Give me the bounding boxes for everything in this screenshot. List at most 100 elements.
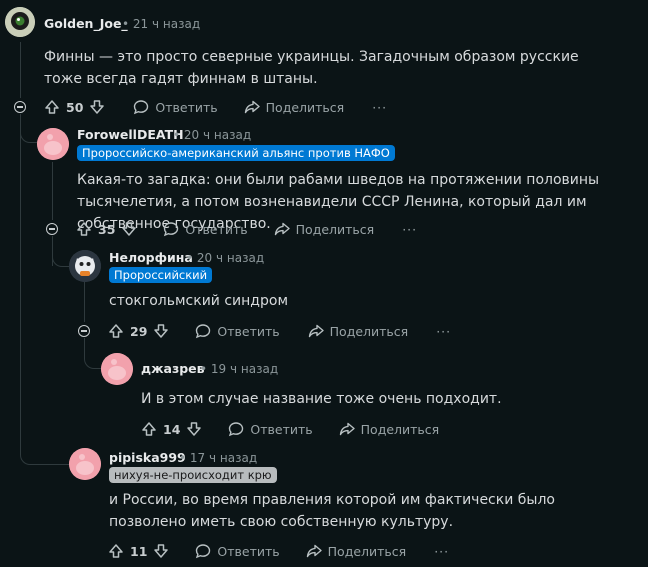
reply-label: Ответить bbox=[250, 421, 313, 437]
eye-avatar-icon bbox=[5, 7, 35, 37]
comment-actions: 50 Ответить Поделиться ··· bbox=[44, 97, 387, 117]
separator: • bbox=[122, 17, 130, 31]
upvote-icon[interactable] bbox=[44, 99, 60, 115]
collapse-button[interactable] bbox=[46, 223, 58, 235]
vote-group: 50 bbox=[44, 99, 105, 115]
separator: • bbox=[186, 251, 194, 265]
upvote-icon[interactable] bbox=[76, 221, 92, 237]
downvote-icon[interactable] bbox=[153, 323, 169, 339]
share-button[interactable]: Поделиться bbox=[306, 543, 407, 559]
thread-line bbox=[20, 42, 21, 98]
thread-line bbox=[84, 282, 85, 322]
avatar[interactable] bbox=[5, 7, 35, 37]
vote-group: 14 bbox=[141, 421, 202, 437]
reply-label: Ответить bbox=[185, 221, 248, 237]
share-label: Поделиться bbox=[265, 99, 345, 115]
separator: • bbox=[173, 128, 181, 142]
downvote-icon[interactable] bbox=[121, 221, 137, 237]
share-button[interactable]: Поделиться bbox=[274, 221, 375, 237]
share-icon bbox=[244, 100, 260, 114]
user-flair: Пророссийско-американский альянс против … bbox=[77, 145, 395, 161]
comment-actions: 29 Ответить Поделиться ··· bbox=[108, 321, 451, 341]
username[interactable]: джазрев bbox=[141, 361, 205, 376]
username[interactable]: pipiska999 bbox=[109, 450, 186, 465]
upvote-icon[interactable] bbox=[108, 543, 124, 559]
time-text: 21 ч назад bbox=[132, 17, 201, 31]
comment-actions: 11 Ответить Поделиться ··· bbox=[108, 541, 449, 561]
vote-count: 29 bbox=[130, 323, 148, 339]
comment-body: стокгольмский синдром bbox=[109, 293, 288, 309]
separator: • bbox=[179, 451, 187, 465]
thread-line bbox=[52, 162, 53, 220]
comment-body: Финны — это просто северные украинцы. За… bbox=[44, 49, 579, 87]
comment-actions: 35 Ответить Поделиться ··· bbox=[76, 219, 417, 239]
speech-bubble-icon bbox=[134, 100, 149, 115]
username[interactable]: Golden_Joe_ bbox=[44, 16, 128, 31]
comment-actions: 14 Ответить Поделиться bbox=[141, 419, 439, 439]
time-text: 20 ч назад bbox=[196, 251, 265, 265]
upvote-icon[interactable] bbox=[141, 421, 157, 437]
more-options-button[interactable]: ··· bbox=[436, 324, 451, 339]
vote-count: 14 bbox=[163, 421, 181, 437]
reply-button[interactable]: Ответить bbox=[133, 99, 218, 115]
more-options-button[interactable]: ··· bbox=[402, 222, 417, 237]
downvote-icon[interactable] bbox=[153, 543, 169, 559]
reply-button[interactable]: Ответить bbox=[228, 421, 313, 437]
share-icon bbox=[339, 422, 355, 436]
downvote-icon[interactable] bbox=[89, 99, 105, 115]
reply-button[interactable]: Ответить bbox=[163, 221, 248, 237]
separator: • bbox=[200, 362, 208, 376]
more-options-button[interactable]: ··· bbox=[434, 544, 449, 559]
upvote-icon[interactable] bbox=[108, 323, 124, 339]
cat-avatar-icon bbox=[69, 250, 101, 282]
time-text: 19 ч назад bbox=[210, 362, 279, 376]
share-label: Поделиться bbox=[295, 221, 375, 237]
timestamp: • 20 ч назад bbox=[186, 251, 264, 265]
share-button[interactable]: Поделиться bbox=[308, 323, 409, 339]
reply-label: Ответить bbox=[217, 323, 280, 339]
thread-curve bbox=[52, 240, 69, 267]
thread-curve bbox=[20, 120, 37, 143]
time-text: 20 ч назад bbox=[183, 128, 252, 142]
collapse-button[interactable] bbox=[14, 101, 26, 113]
reply-button[interactable]: Ответить bbox=[195, 323, 280, 339]
share-icon bbox=[306, 544, 322, 558]
reply-button[interactable]: Ответить bbox=[195, 543, 280, 559]
reply-label: Ответить bbox=[155, 99, 218, 115]
timestamp: • 17 ч назад bbox=[179, 451, 257, 465]
timestamp: • 21 ч назад bbox=[122, 17, 200, 31]
thread-line bbox=[20, 114, 21, 454]
reply-label: Ответить bbox=[217, 543, 280, 559]
share-button[interactable]: Поделиться bbox=[339, 421, 440, 437]
thread-curve bbox=[20, 430, 69, 465]
snoo-avatar-icon bbox=[69, 448, 101, 480]
snoo-avatar-icon bbox=[101, 353, 133, 385]
avatar[interactable] bbox=[69, 448, 101, 480]
comment-body: и России, во время правления которой им … bbox=[109, 492, 555, 530]
share-button[interactable]: Поделиться bbox=[244, 99, 345, 115]
more-options-button[interactable]: ··· bbox=[372, 100, 387, 115]
avatar[interactable] bbox=[69, 250, 101, 282]
timestamp: • 20 ч назад bbox=[173, 128, 251, 142]
thread-curve bbox=[84, 340, 101, 369]
share-label: Поделиться bbox=[360, 421, 440, 437]
vote-group: 35 bbox=[76, 221, 137, 237]
share-icon bbox=[308, 324, 324, 338]
vote-count: 11 bbox=[130, 543, 148, 559]
speech-bubble-icon bbox=[196, 544, 211, 559]
username[interactable]: ForowellDEATH bbox=[77, 127, 184, 142]
user-flair: Пророссийский bbox=[109, 267, 213, 283]
downvote-icon[interactable] bbox=[186, 421, 202, 437]
snoo-avatar-icon bbox=[37, 128, 69, 160]
share-label: Поделиться bbox=[329, 323, 409, 339]
vote-group: 29 bbox=[108, 323, 169, 339]
avatar[interactable] bbox=[37, 128, 69, 160]
avatar[interactable] bbox=[101, 353, 133, 385]
speech-bubble-icon bbox=[229, 422, 244, 437]
collapse-button[interactable] bbox=[78, 325, 90, 337]
timestamp: • 19 ч назад bbox=[200, 362, 278, 376]
share-icon bbox=[274, 222, 290, 236]
username[interactable]: Нелорфина bbox=[109, 250, 193, 265]
comment-body: И в этом случае название тоже очень подх… bbox=[141, 391, 502, 407]
share-label: Поделиться bbox=[327, 543, 407, 559]
